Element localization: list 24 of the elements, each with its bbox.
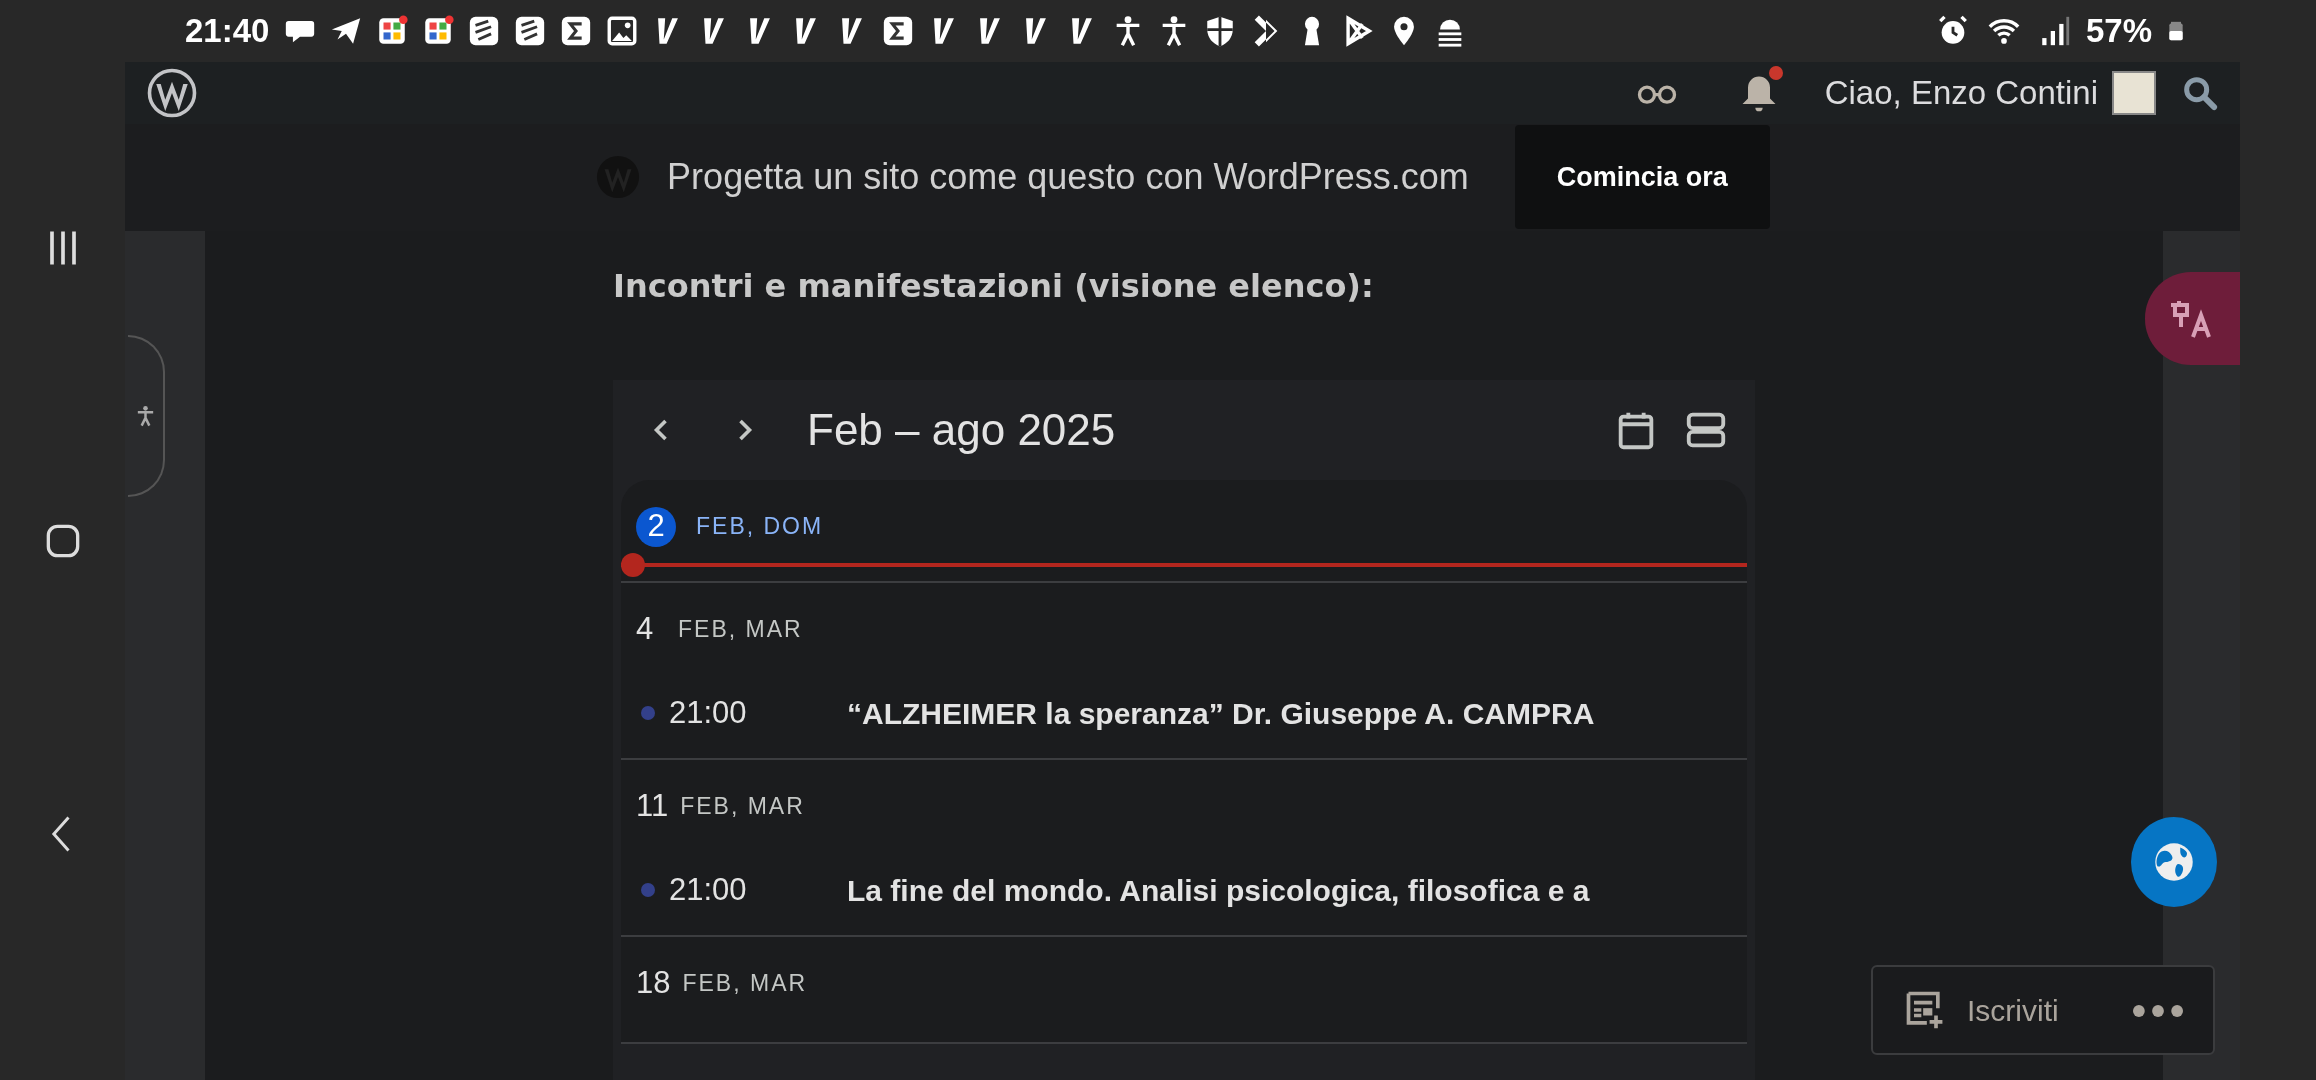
section-heading: Incontri e manifestazioni (visione elenco): [613, 266, 1375, 305]
greeting-text[interactable]: Ciao, Enzo Contini [1824, 68, 2098, 118]
event-title[interactable]: “ALZHEIMER la speranza” Dr. Giuseppe A. CAMPRA [847, 690, 1595, 736]
avatar-placeholder[interactable] [2112, 70, 2156, 115]
day-number[interactable]: 11 [636, 783, 669, 830]
day-number[interactable]: 18 [636, 960, 671, 1007]
day-number[interactable]: 4 [636, 606, 666, 653]
subscribe-button[interactable]: Iscriviti [1903, 987, 2059, 1033]
event-dot [641, 883, 655, 897]
event-time: 21:00 [669, 693, 748, 732]
day-label: FEB, MAR [678, 615, 803, 645]
start-button[interactable]: Comincia ora [1514, 124, 1770, 230]
day-label: FEB, DOM [696, 512, 824, 542]
event-title[interactable]: La fine del mondo. Analisi psicologica, filosofica e a [847, 867, 1590, 913]
day-label: FEB, MAR [680, 792, 805, 822]
clock-time: 21:40 [185, 11, 270, 52]
event-dot [641, 706, 655, 720]
event-time: 21:00 [669, 870, 748, 909]
day-label: FEB, MAR [682, 969, 808, 999]
promo-text: Progetta un sito come questo con WordPress.com [667, 155, 1469, 200]
today-date-marker[interactable]: 2 [636, 506, 676, 547]
more-icon [2133, 1004, 2183, 1017]
date-range-dropdown[interactable]: Feb – ago 2025 [807, 397, 1116, 463]
battery-percent: 57% [2085, 11, 2152, 52]
